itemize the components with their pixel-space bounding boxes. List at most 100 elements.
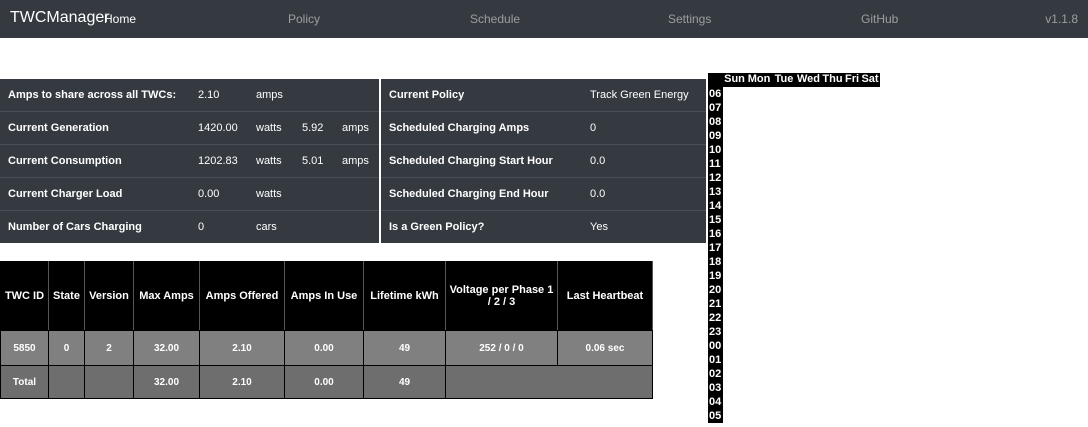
nav-settings[interactable]: Settings <box>668 12 711 26</box>
nav-github[interactable]: GitHub <box>861 12 898 26</box>
stat-unit: watts <box>248 144 294 178</box>
brand-logo[interactable]: TWCManager <box>10 9 110 27</box>
table-cell: 32.00 <box>133 330 200 366</box>
day-header: Sat <box>861 73 879 85</box>
hour-label: 17 <box>709 242 722 254</box>
hour-label: 02 <box>709 368 722 380</box>
hour-label: 08 <box>709 116 722 128</box>
stat-unit: watts <box>248 111 294 145</box>
policy-label: Current Policy <box>389 89 465 101</box>
hour-label: 01 <box>709 354 722 366</box>
day-header: Wed <box>796 73 821 85</box>
total-max-amps: 32.00 <box>133 365 200 399</box>
stat-unit: amps <box>256 89 283 101</box>
stat-row: Current Generation 1420.00 watts 5.92 am… <box>0 111 379 145</box>
policy-value: Yes <box>582 210 706 243</box>
schedule-grid: Sun Mon Tue Wed Thu Fri Sat 06 07 08 09 … <box>708 73 880 423</box>
policy-table: Current Policy Track Green Energy Schedu… <box>381 79 706 243</box>
stat-label: Current Consumption <box>0 144 190 178</box>
hour-label: 05 <box>709 410 722 422</box>
twc-table: TWC ID State Version Max Amps Amps Offer… <box>0 261 653 399</box>
col-header: TWC ID <box>0 261 49 331</box>
hour-label: 16 <box>709 228 722 240</box>
total-lifetime-kwh: 49 <box>363 365 446 399</box>
table-cell <box>48 365 85 399</box>
stat-label: Current Generation <box>0 111 190 145</box>
hour-label: 14 <box>709 200 722 212</box>
stat-unit-2 <box>334 177 379 211</box>
policy-value: 0.0 <box>582 144 706 178</box>
col-header: Version <box>84 261 134 331</box>
policy-row: Scheduled Charging Amps 0 <box>381 111 706 145</box>
hour-label: 07 <box>709 102 722 114</box>
total-label: Total <box>0 365 49 399</box>
table-cell: 0 <box>48 330 85 366</box>
hour-label: 10 <box>709 144 722 156</box>
policy-value: 0 <box>582 111 706 145</box>
policy-value: 0.0 <box>582 177 706 211</box>
policy-row: Scheduled Charging End Hour 0.0 <box>381 177 706 211</box>
policy-row: Current Policy Track Green Energy <box>381 79 706 112</box>
stat-unit: cars <box>248 210 294 243</box>
stat-value: 1202.83 <box>190 144 248 178</box>
policy-label: Is a Green Policy? <box>381 210 582 243</box>
hour-label: 15 <box>709 214 722 226</box>
table-cell: 0.06 sec <box>557 330 653 366</box>
stat-value-2 <box>294 79 334 112</box>
col-header: Last Heartbeat <box>557 261 653 331</box>
table-row: 5850 0 2 32.00 2.10 0.00 49 252 / 0 / 0 … <box>0 330 653 366</box>
hour-label: 11 <box>709 158 721 170</box>
total-amps-in-use: 0.00 <box>284 365 364 399</box>
nav-home[interactable]: Home <box>104 12 136 26</box>
stat-unit-2 <box>334 210 379 243</box>
table-cell: 5850 <box>0 330 49 366</box>
hour-label: 03 <box>709 382 722 394</box>
table-cell: 0.00 <box>284 330 364 366</box>
stat-unit-2: amps <box>334 144 379 178</box>
day-header: Thu <box>822 73 843 85</box>
version-label: v1.1.8 <box>1045 12 1078 26</box>
hour-label: 19 <box>709 270 722 282</box>
nav-schedule[interactable]: Schedule <box>470 12 520 26</box>
col-header: Voltage per Phase 1 / 2 / 3 <box>445 261 558 331</box>
hour-label: 23 <box>709 326 722 338</box>
day-header: Sun <box>724 73 745 85</box>
col-header: Amps Offered <box>199 261 285 331</box>
stat-row: Number of Cars Charging 0 cars <box>0 210 379 243</box>
stat-label: Amps to share across all TWCs: <box>8 89 177 101</box>
total-amps-offered: 2.10 <box>199 365 285 399</box>
hour-label: 12 <box>709 172 722 184</box>
stat-value: 0 <box>190 210 248 243</box>
stat-row: Amps to share across all TWCs: 2.10 amps <box>0 79 379 112</box>
col-header: State <box>48 261 85 331</box>
table-cell: 2 <box>84 330 134 366</box>
table-cell <box>445 365 653 399</box>
nav-policy[interactable]: Policy <box>288 12 320 26</box>
stat-unit-2: amps <box>334 111 379 145</box>
policy-row: Scheduled Charging Start Hour 0.0 <box>381 144 706 178</box>
day-header: Fri <box>844 73 860 85</box>
corner-cell <box>708 73 723 87</box>
policy-label: Scheduled Charging Amps <box>381 111 582 145</box>
total-row: Total 32.00 2.10 0.00 49 <box>0 365 653 399</box>
hour-label: 04 <box>709 396 722 408</box>
stat-value-2: 5.92 <box>294 111 334 145</box>
twc-header-row: TWC ID State Version Max Amps Amps Offer… <box>0 261 653 331</box>
hour-label: 21 <box>709 298 722 310</box>
policy-row: Is a Green Policy? Yes <box>381 210 706 243</box>
stat-unit-2 <box>334 79 379 112</box>
stat-label: Number of Cars Charging <box>0 210 190 243</box>
col-header: Lifetime kWh <box>363 261 446 331</box>
power-stats-table: Amps to share across all TWCs: 2.10 amps… <box>0 79 379 243</box>
policy-label: Scheduled Charging End Hour <box>381 177 582 211</box>
policy-label: Scheduled Charging Start Hour <box>381 144 582 178</box>
table-cell: 252 / 0 / 0 <box>445 330 558 366</box>
stat-value: 0.00 <box>190 177 248 211</box>
hour-label: 22 <box>709 312 722 324</box>
stat-value: 1420.00 <box>190 111 248 145</box>
table-cell: 2.10 <box>199 330 285 366</box>
stat-label: Current Charger Load <box>0 177 190 211</box>
stat-unit: watts <box>248 177 294 211</box>
stat-row: Current Charger Load 0.00 watts <box>0 177 379 211</box>
hour-label: 13 <box>709 186 722 198</box>
